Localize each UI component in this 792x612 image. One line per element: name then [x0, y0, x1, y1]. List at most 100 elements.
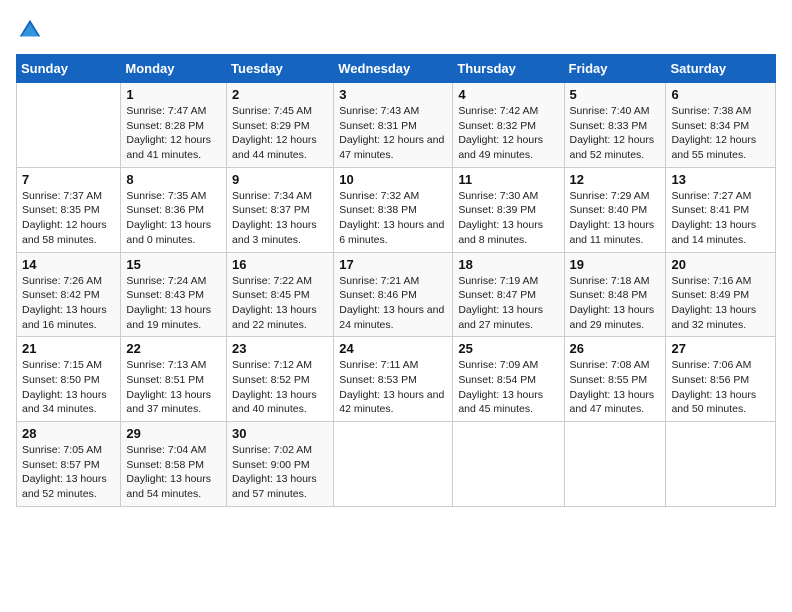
day-detail: Sunrise: 7:04 AMSunset: 8:58 PMDaylight:… [126, 443, 221, 502]
calendar-cell [666, 422, 776, 507]
day-number: 19 [570, 257, 661, 272]
calendar-cell: 14Sunrise: 7:26 AMSunset: 8:42 PMDayligh… [17, 252, 121, 337]
sunrise-text: Sunrise: 7:43 AM [339, 105, 419, 117]
sunset-text: Sunset: 8:53 PM [339, 374, 417, 386]
day-number: 26 [570, 341, 661, 356]
day-detail: Sunrise: 7:19 AM Sunset: 8:47 PM Daylight:… [458, 274, 558, 333]
daylight-text: Daylight: 13 hours and 29 minutes. [570, 304, 655, 331]
day-detail: Sunrise: 7:32 AMSunset: 8:38 PMDaylight:… [339, 189, 447, 248]
daylight-text: Daylight: 12 hours and 44 minutes. [232, 134, 317, 161]
day-detail: Sunrise: 7:35 AM Sunset: 8:36 PM Daylight:… [126, 189, 221, 248]
sunrise-text: Sunrise: 7:08 AM [570, 359, 650, 371]
calendar-week-2: 7Sunrise: 7:37 AMSunset: 8:35 PMDaylight… [17, 167, 776, 252]
daylight-text: Daylight: 13 hours and 3 minutes. [232, 219, 317, 246]
sunrise-text: Sunrise: 7:09 AM [458, 359, 538, 371]
sunset-text: Sunset: 8:56 PM [671, 374, 749, 386]
day-detail: Sunrise: 7:18 AMSunset: 8:48 PMDaylight:… [570, 274, 661, 333]
daylight-text: Daylight: 13 hours and 0 minutes. [126, 219, 211, 246]
daylight-text: Daylight: 13 hours and 14 minutes. [671, 219, 756, 246]
calendar-cell: 2Sunrise: 7:45 AMSunset: 8:29 PMDaylight… [227, 83, 334, 168]
sunrise-text: Sunrise: 7:15 AM [22, 359, 102, 371]
daylight-text: Daylight: 13 hours and 16 minutes. [22, 304, 107, 331]
calendar-cell: 4Sunrise: 7:42 AMSunset: 8:32 PMDaylight… [453, 83, 564, 168]
day-detail: Sunrise: 7:16 AMSunset: 8:49 PMDaylight:… [671, 274, 770, 333]
day-detail: Sunrise: 7:37 AMSunset: 8:35 PMDaylight:… [22, 189, 115, 248]
sunset-text: Sunset: 8:39 PM [458, 204, 536, 216]
sunset-text: Sunset: 8:40 PM [570, 204, 648, 216]
day-number: 17 [339, 257, 447, 272]
sunset-text: Sunset: 8:36 PM [126, 204, 204, 216]
sunrise-text: Sunrise: 7:21 AM [339, 275, 419, 287]
daylight-text: Daylight: 13 hours and 52 minutes. [22, 473, 107, 500]
col-header-wednesday: Wednesday [334, 55, 453, 83]
sunset-text: Sunset: 8:29 PM [232, 120, 310, 132]
sunrise-text: Sunrise: 7:35 AM [126, 190, 206, 202]
col-header-monday: Monday [121, 55, 227, 83]
daylight-text: Daylight: 13 hours and 40 minutes. [232, 389, 317, 416]
sunset-text: Sunset: 8:55 PM [570, 374, 648, 386]
calendar-week-4: 21Sunrise: 7:15 AMSunset: 8:50 PMDayligh… [17, 337, 776, 422]
daylight-text: Daylight: 13 hours and 42 minutes. [339, 389, 444, 416]
sunset-text: Sunset: 8:42 PM [22, 289, 100, 301]
sunset-text: Sunset: 8:58 PM [126, 459, 204, 471]
sunrise-text: Sunrise: 7:05 AM [22, 444, 102, 456]
day-detail: Sunrise: 7:05 AMSunset: 8:57 PMDaylight:… [22, 443, 115, 502]
calendar-cell: 23Sunrise: 7:12 AMSunset: 8:52 PMDayligh… [227, 337, 334, 422]
daylight-text: Daylight: 12 hours and 52 minutes. [570, 134, 655, 161]
col-header-saturday: Saturday [666, 55, 776, 83]
daylight-text: Daylight: 13 hours and 32 minutes. [671, 304, 756, 331]
calendar-header: SundayMondayTuesdayWednesdayThursdayFrid… [17, 55, 776, 83]
day-number: 24 [339, 341, 447, 356]
day-number: 2 [232, 87, 328, 102]
daylight-text: Daylight: 13 hours and 27 minutes. [458, 304, 543, 331]
calendar-cell [564, 422, 666, 507]
day-number: 25 [458, 341, 558, 356]
calendar-cell: 22 Sunrise: 7:13 AMSunset: 8:51 PMDayligh… [121, 337, 227, 422]
day-number: 8 [126, 172, 221, 187]
calendar-week-3: 14Sunrise: 7:26 AMSunset: 8:42 PMDayligh… [17, 252, 776, 337]
calendar-week-1: 1Sunrise: 7:47 AMSunset: 8:28 PMDaylight… [17, 83, 776, 168]
calendar-cell: 26Sunrise: 7:08 AMSunset: 8:55 PMDayligh… [564, 337, 666, 422]
day-detail: Sunrise: 7:40 AMSunset: 8:33 PMDaylight:… [570, 104, 661, 163]
day-number: 28 [22, 426, 115, 441]
sunrise-text: Sunrise: 7:02 AM [232, 444, 312, 456]
day-detail: Sunrise: 7:29 AMSunset: 8:40 PMDaylight:… [570, 189, 661, 248]
day-number: 5 [570, 87, 661, 102]
day-number: 16 [232, 257, 328, 272]
sunset-text: Sunset: 8:41 PM [671, 204, 749, 216]
day-detail: Sunrise: 7:02 AMSunset: 9:00 PMDaylight:… [232, 443, 328, 502]
day-detail: Sunrise: 7:43 AMSunset: 8:31 PMDaylight:… [339, 104, 447, 163]
calendar-cell: 27Sunrise: 7:06 AMSunset: 8:56 PMDayligh… [666, 337, 776, 422]
day-detail: Sunrise: 7:30 AMSunset: 8:39 PMDaylight:… [458, 189, 558, 248]
calendar-cell: 8 Sunrise: 7:35 AM Sunset: 8:36 PM Daylight… [121, 167, 227, 252]
calendar-table: SundayMondayTuesdayWednesdayThursdayFrid… [16, 54, 776, 507]
day-number: 20 [671, 257, 770, 272]
day-number: 6 [671, 87, 770, 102]
sunset-text: Sunset: 8:47 PM [458, 289, 536, 301]
daylight-text: Daylight: 12 hours and 55 minutes. [671, 134, 756, 161]
sunrise-text: Sunrise: 7:27 AM [671, 190, 751, 202]
daylight-text: Daylight: 12 hours and 47 minutes. [339, 134, 444, 161]
sunrise-text: Sunrise: 7:42 AM [458, 105, 538, 117]
day-detail: Sunrise: 7:22 AMSunset: 8:45 PMDaylight:… [232, 274, 328, 333]
daylight-text: Daylight: 12 hours and 58 minutes. [22, 219, 107, 246]
calendar-cell: 20 Sunrise: 7:16 AMSunset: 8:49 PMDayligh… [666, 252, 776, 337]
sunrise-text: Sunrise: 7:37 AM [22, 190, 102, 202]
sunset-text: Sunset: 8:49 PM [671, 289, 749, 301]
daylight-text: Daylight: 13 hours and 6 minutes. [339, 219, 444, 246]
day-number: 9 [232, 172, 328, 187]
calendar-cell: 7Sunrise: 7:37 AMSunset: 8:35 PMDaylight… [17, 167, 121, 252]
day-number: 14 [22, 257, 115, 272]
daylight-text: Daylight: 13 hours and 24 minutes. [339, 304, 444, 331]
calendar-cell: 10Sunrise: 7:32 AMSunset: 8:38 PMDayligh… [334, 167, 453, 252]
day-number: 23 [232, 341, 328, 356]
sunrise-text: Sunrise: 7:06 AM [671, 359, 751, 371]
sunrise-text: Sunrise: 7:19 AM [458, 275, 538, 287]
sunrise-text: Sunrise: 7:11 AM [339, 359, 418, 371]
day-detail: Sunrise: 7:13 AMSunset: 8:51 PMDaylight:… [126, 358, 221, 417]
daylight-text: Daylight: 13 hours and 22 minutes. [232, 304, 317, 331]
day-number: 13 [671, 172, 770, 187]
calendar-cell: 1Sunrise: 7:47 AMSunset: 8:28 PMDaylight… [121, 83, 227, 168]
day-number: 22 [126, 341, 221, 356]
sunset-text: Sunset: 8:50 PM [22, 374, 100, 386]
